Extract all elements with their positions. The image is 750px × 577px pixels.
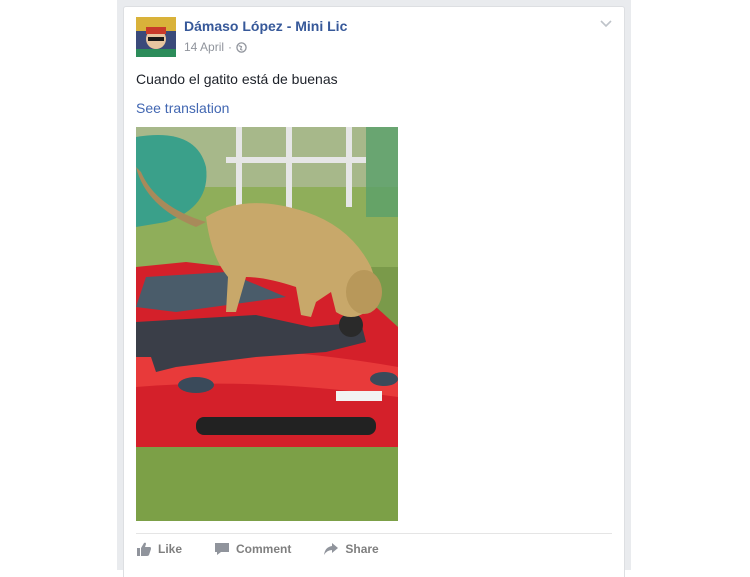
- post-meta: 14 April ·: [184, 40, 247, 54]
- post-text: Cuando el gatito está de buenas: [136, 71, 338, 87]
- action-divider: [136, 533, 612, 534]
- meta-separator: ·: [228, 40, 233, 54]
- see-translation-link[interactable]: See translation: [136, 100, 229, 116]
- post-date[interactable]: 14 April: [184, 40, 224, 54]
- share-label: Share: [345, 542, 379, 556]
- thumbs-up-icon: [137, 542, 151, 556]
- share-button[interactable]: Share: [323, 541, 379, 557]
- like-label: Like: [158, 542, 183, 556]
- globe-icon[interactable]: [236, 41, 247, 53]
- author-name[interactable]: Dámaso López - Mini Lic: [184, 18, 347, 34]
- author-avatar[interactable]: [136, 17, 176, 57]
- comment-icon: [215, 543, 230, 555]
- post-card: Dámaso López - Mini Lic 14 April · Cuand…: [123, 6, 625, 577]
- like-button[interactable]: Like: [136, 541, 182, 557]
- chevron-down-icon[interactable]: [600, 19, 612, 29]
- comment-button[interactable]: Comment: [214, 541, 291, 557]
- share-icon: [324, 543, 339, 555]
- post-photo[interactable]: [136, 127, 398, 521]
- action-bar: Like Comment Share: [136, 541, 403, 557]
- comment-label: Comment: [236, 542, 292, 556]
